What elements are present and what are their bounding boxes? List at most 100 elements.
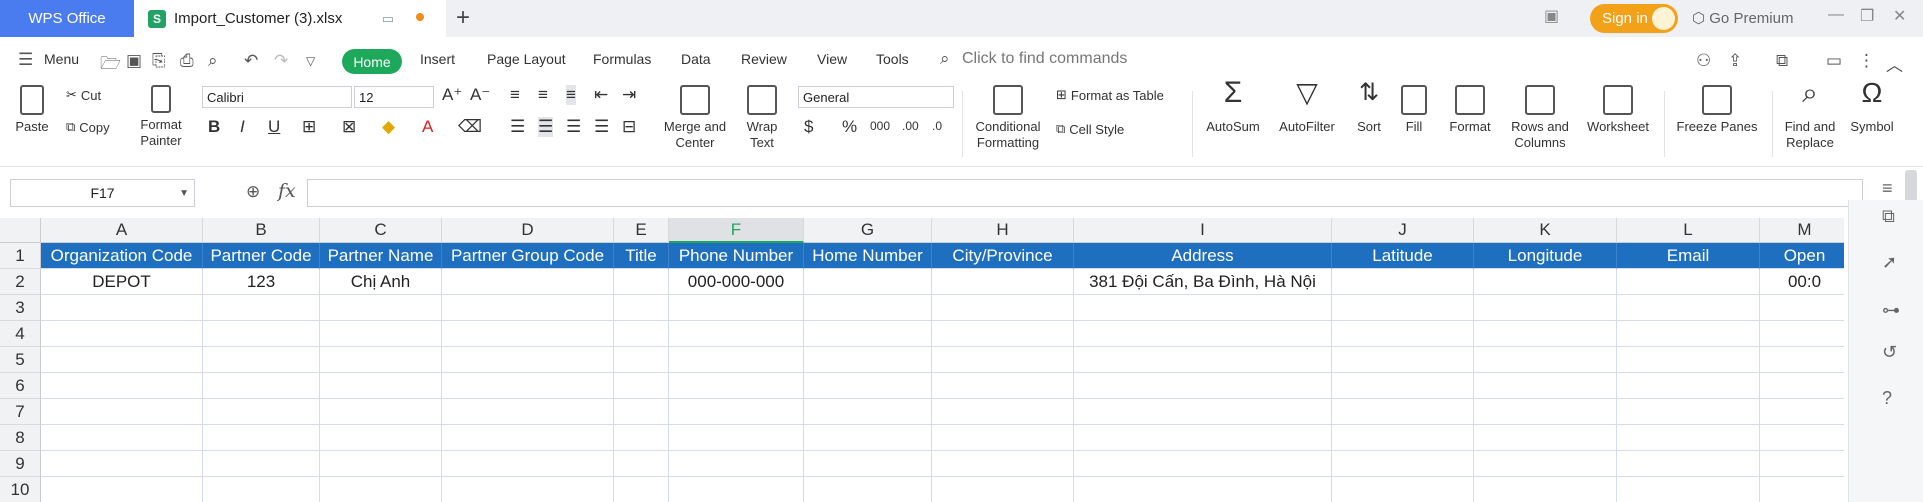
- sign-in-button[interactable]: Sign in: [1590, 4, 1678, 33]
- cell-h7[interactable]: [932, 399, 1074, 425]
- align-center-icon[interactable]: ☰: [538, 117, 554, 137]
- cell-c2[interactable]: Chị Anh: [320, 269, 442, 295]
- print-icon[interactable]: ⎙: [180, 51, 194, 71]
- decrease-indent-icon[interactable]: ⇤: [594, 85, 608, 105]
- row-header-7[interactable]: 7: [0, 399, 41, 425]
- autofilter-button[interactable]: ▽ AutoFilter: [1272, 79, 1342, 135]
- cell-k2[interactable]: [1474, 269, 1617, 295]
- cell-d4[interactable]: [442, 321, 614, 347]
- cell-b7[interactable]: [203, 399, 320, 425]
- minimize-icon[interactable]: —: [1828, 6, 1844, 24]
- worksheet-button[interactable]: Worksheet: [1580, 85, 1656, 135]
- cell-i4[interactable]: [1074, 321, 1332, 347]
- cell-g7[interactable]: [804, 399, 932, 425]
- menu-button[interactable]: Menu: [44, 51, 79, 67]
- column-header-l[interactable]: L: [1617, 218, 1760, 243]
- cell-c3[interactable]: [320, 295, 442, 321]
- cell-d9[interactable]: [442, 451, 614, 477]
- cell-h3[interactable]: [932, 295, 1074, 321]
- cell-border-icon[interactable]: ⊠: [342, 117, 356, 137]
- cell-b6[interactable]: [203, 373, 320, 399]
- cell-a5[interactable]: [41, 347, 203, 373]
- cell-i7[interactable]: [1074, 399, 1332, 425]
- cell-i2[interactable]: 381 Đội Cấn, Ba Đình, Hà Nội: [1074, 269, 1332, 295]
- column-header-h[interactable]: H: [932, 218, 1074, 243]
- column-header-a[interactable]: A: [41, 218, 203, 243]
- row-header-4[interactable]: 4: [0, 321, 41, 347]
- decrease-decimal-icon[interactable]: .0: [932, 119, 942, 133]
- font-name-select[interactable]: Calibri: [202, 86, 352, 108]
- cell-g4[interactable]: [804, 321, 932, 347]
- cell-j7[interactable]: [1332, 399, 1474, 425]
- cell-d10[interactable]: [442, 477, 614, 502]
- cell-g1[interactable]: Home Number: [804, 243, 932, 269]
- cell-e2[interactable]: [614, 269, 669, 295]
- cell-e7[interactable]: [614, 399, 669, 425]
- column-header-b[interactable]: B: [203, 218, 320, 243]
- cell-c8[interactable]: [320, 425, 442, 451]
- cell-f4[interactable]: [669, 321, 804, 347]
- cell-g6[interactable]: [804, 373, 932, 399]
- tab-view[interactable]: View: [817, 51, 847, 67]
- cell-d5[interactable]: [442, 347, 614, 373]
- cell-b3[interactable]: [203, 295, 320, 321]
- cell-m1[interactable]: Open: [1760, 243, 1844, 269]
- cell-e3[interactable]: [614, 295, 669, 321]
- panel-handle-icon[interactable]: ≡: [1882, 178, 1893, 199]
- align-right-icon[interactable]: ☰: [566, 117, 581, 137]
- tab-formulas[interactable]: Formulas: [593, 51, 651, 67]
- restore-icon[interactable]: ❐: [1860, 6, 1874, 26]
- wrap-text-button[interactable]: Wrap Text: [740, 85, 784, 151]
- cell-l5[interactable]: [1617, 347, 1760, 373]
- cell-k1[interactable]: Longitude: [1474, 243, 1617, 269]
- open-folder-icon[interactable]: 🗁: [100, 51, 121, 80]
- freeze-panes-button[interactable]: Freeze Panes: [1670, 85, 1764, 135]
- share-user-icon[interactable]: ⚇: [1696, 51, 1711, 71]
- cell-k3[interactable]: [1474, 295, 1617, 321]
- cell-l4[interactable]: [1617, 321, 1760, 347]
- row-header-8[interactable]: 8: [0, 425, 41, 451]
- cell-f8[interactable]: [669, 425, 804, 451]
- formula-input[interactable]: [307, 179, 1863, 207]
- cell-j10[interactable]: [1332, 477, 1474, 502]
- tab-insert[interactable]: Insert: [420, 51, 455, 67]
- cell-m2[interactable]: 00:0: [1760, 269, 1844, 295]
- rows-columns-button[interactable]: Rows and Columns: [1508, 85, 1572, 151]
- find-replace-button[interactable]: ⌕ Find and Replace: [1780, 79, 1840, 151]
- cell-f1[interactable]: Phone Number: [669, 243, 804, 269]
- hamburger-icon[interactable]: ☰: [18, 50, 33, 70]
- cell-f6[interactable]: [669, 373, 804, 399]
- cell-a6[interactable]: [41, 373, 203, 399]
- export-icon[interactable]: ⎘: [152, 51, 166, 71]
- cell-c9[interactable]: [320, 451, 442, 477]
- cell-b4[interactable]: [203, 321, 320, 347]
- wps-office-tab[interactable]: WPS Office: [0, 0, 134, 37]
- cursor-icon[interactable]: ➚: [1882, 252, 1897, 273]
- format-painter-button[interactable]: Format Painter: [136, 85, 186, 149]
- tab-review[interactable]: Review: [741, 51, 787, 67]
- cell-l1[interactable]: Email: [1617, 243, 1760, 269]
- cell-e6[interactable]: [614, 373, 669, 399]
- cell-c10[interactable]: [320, 477, 442, 502]
- cell-f10[interactable]: [669, 477, 804, 502]
- cell-m3[interactable]: [1760, 295, 1844, 321]
- row-header-5[interactable]: 5: [0, 347, 41, 373]
- cell-f2[interactable]: 000-000-000: [669, 269, 804, 295]
- cell-a10[interactable]: [41, 477, 203, 502]
- increase-indent-icon[interactable]: ⇥: [622, 85, 636, 105]
- select-all-corner[interactable]: [0, 218, 41, 243]
- tab-page-layout[interactable]: Page Layout: [487, 51, 566, 67]
- cell-h1[interactable]: City/Province: [932, 243, 1074, 269]
- cell-j2[interactable]: [1332, 269, 1474, 295]
- cell-i5[interactable]: [1074, 347, 1332, 373]
- cell-l8[interactable]: [1617, 425, 1760, 451]
- collapse-ribbon-icon[interactable]: ︿: [1886, 51, 1903, 76]
- align-middle-icon[interactable]: ≡: [538, 85, 548, 105]
- cell-b10[interactable]: [203, 477, 320, 502]
- align-top-icon[interactable]: ≡: [510, 85, 520, 105]
- cell-d3[interactable]: [442, 295, 614, 321]
- fill-button[interactable]: Fill: [1394, 85, 1434, 135]
- cell-m9[interactable]: [1760, 451, 1844, 477]
- font-color-icon[interactable]: A: [422, 117, 433, 137]
- cell-l6[interactable]: [1617, 373, 1760, 399]
